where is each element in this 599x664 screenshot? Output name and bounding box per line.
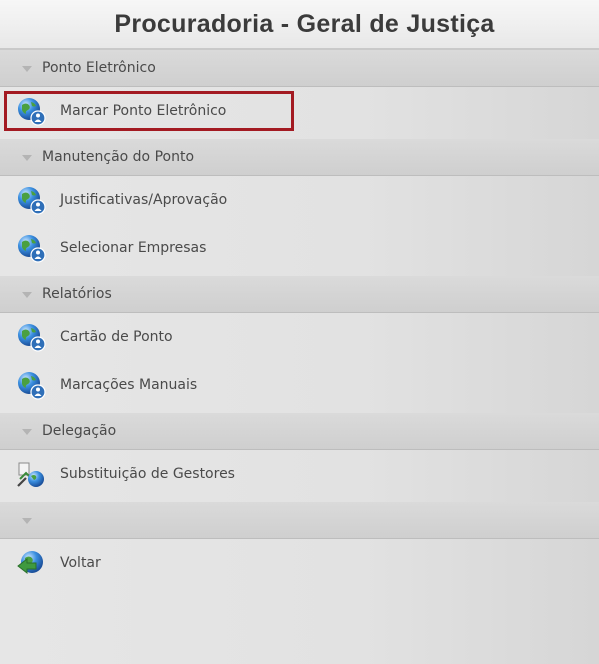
menu-item-label: Justificativas/Aprovação: [60, 192, 228, 208]
globe-user-icon: [16, 233, 46, 263]
globe-user-icon: [16, 370, 46, 400]
section-header-delegacao[interactable]: Delegação: [0, 413, 599, 450]
menu-item-label: Substituição de Gestores: [60, 466, 235, 482]
section-header-ponto-eletronico[interactable]: Ponto Eletrônico: [0, 50, 599, 87]
menu-item-selecionar-empresas[interactable]: Selecionar Empresas: [0, 224, 599, 272]
menu-item-marcacoes-manuais[interactable]: Marcações Manuais: [0, 361, 599, 409]
globe-user-icon: [16, 96, 46, 126]
menu-item-marcar-ponto-eletronico[interactable]: Marcar Ponto Eletrônico: [0, 87, 599, 135]
section-title: Manutenção do Ponto: [42, 149, 195, 165]
menu-item-voltar[interactable]: Voltar: [0, 539, 599, 587]
section-title: Delegação: [42, 423, 117, 439]
menu-panel: Procuradoria - Geral de Justiça Ponto El…: [0, 0, 599, 664]
section-header-manutencao-do-ponto[interactable]: Manutenção do Ponto: [0, 139, 599, 176]
delegate-icon: [16, 459, 46, 489]
collapse-triangle-icon: [22, 292, 32, 298]
menu-item-label: Marcar Ponto Eletrônico: [60, 103, 227, 119]
collapse-triangle-icon: [22, 155, 32, 161]
section-title: Ponto Eletrônico: [42, 60, 156, 76]
page-title: Procuradoria - Geral de Justiça: [114, 9, 495, 38]
collapse-triangle-icon: [22, 429, 32, 435]
menu-item-cartao-de-ponto[interactable]: Cartão de Ponto: [0, 313, 599, 361]
back-globe-icon: [16, 548, 46, 578]
globe-user-icon: [16, 185, 46, 215]
collapse-triangle-icon: [22, 518, 32, 524]
menu-item-substituicao-de-gestores[interactable]: Substituição de Gestores: [0, 450, 599, 498]
collapse-triangle-icon: [22, 66, 32, 72]
menu-item-label: Marcações Manuais: [60, 377, 198, 393]
section-header-relatorios[interactable]: Relatórios: [0, 276, 599, 313]
menu-item-label: Cartão de Ponto: [60, 329, 173, 345]
section-title: Relatórios: [42, 286, 112, 302]
globe-user-icon: [16, 322, 46, 352]
menu-item-justificativas-aprovacao[interactable]: Justificativas/Aprovação: [0, 176, 599, 224]
title-bar: Procuradoria - Geral de Justiça: [0, 0, 599, 50]
section-header-untitled[interactable]: [0, 502, 599, 539]
menu-item-label: Selecionar Empresas: [60, 240, 207, 256]
menu-item-label: Voltar: [60, 555, 101, 571]
